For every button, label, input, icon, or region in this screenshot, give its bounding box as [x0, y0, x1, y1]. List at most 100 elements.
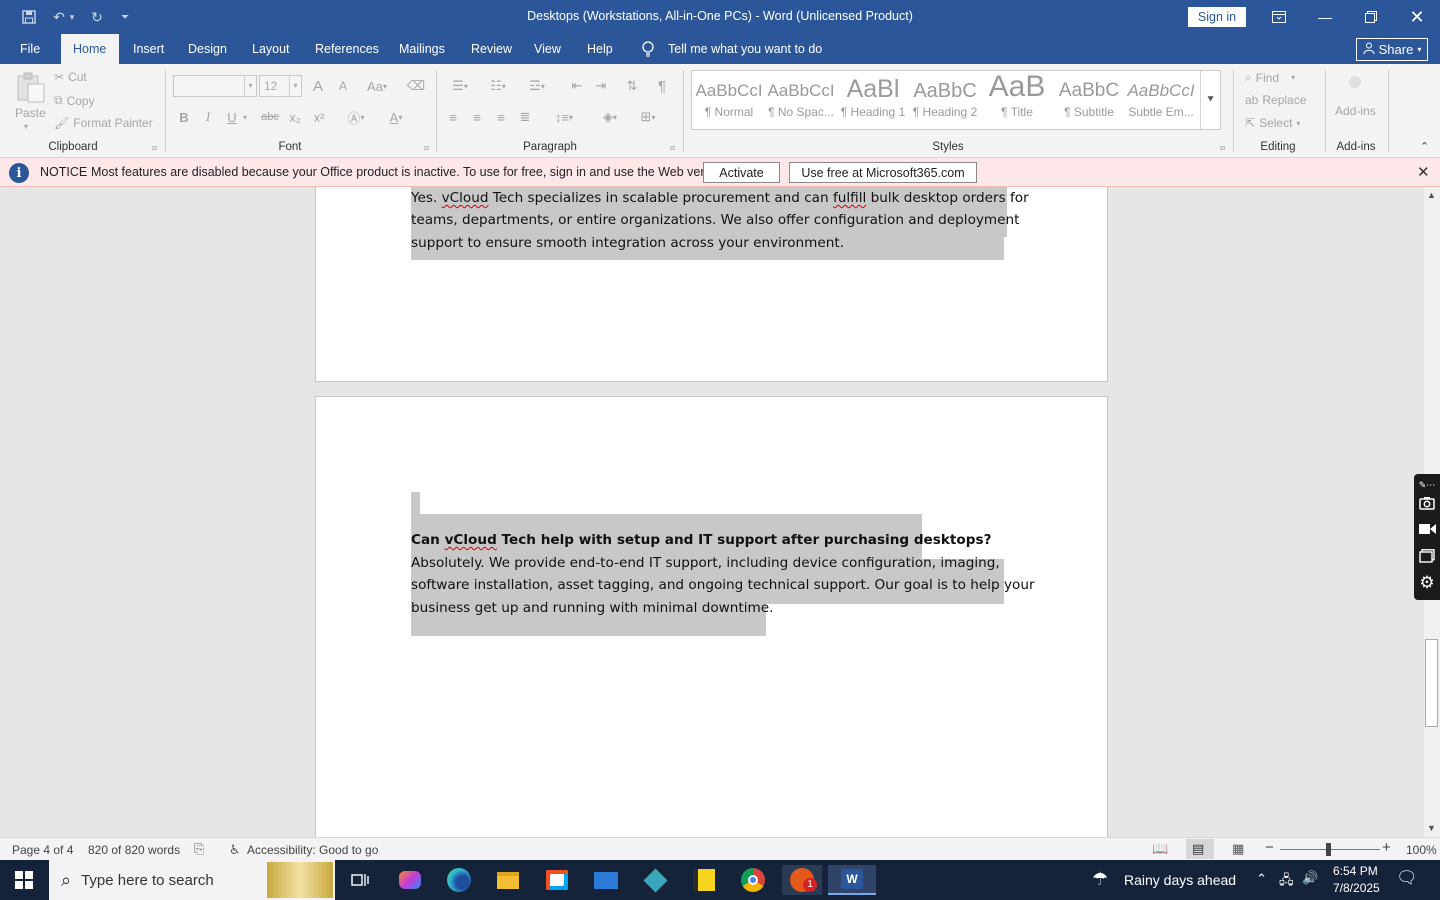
- word-app-icon[interactable]: W: [828, 865, 876, 895]
- misspelled-word[interactable]: vCloud: [445, 532, 497, 548]
- font-name-combo[interactable]: ▾: [173, 75, 257, 97]
- tell-me-search[interactable]: Tell me what you want to do: [656, 34, 834, 64]
- web-layout-icon[interactable]: ▦: [1232, 841, 1244, 857]
- style-subtitle[interactable]: AaBbC ¶ Subtitle: [1054, 73, 1124, 127]
- sort-icon[interactable]: ⇅: [621, 76, 643, 96]
- paragraph-answer-2[interactable]: Absolutely. We provide end-to-end IT sup…: [411, 552, 1035, 619]
- show-formatting-marks-icon[interactable]: ¶: [651, 76, 673, 96]
- volume-icon[interactable]: 🔊: [1302, 870, 1318, 886]
- zoom-level[interactable]: 100%: [1406, 843, 1437, 857]
- minimize-icon[interactable]: —: [1302, 0, 1348, 34]
- notification-center-icon[interactable]: 🗨: [1396, 868, 1418, 888]
- weather-umbrella-icon[interactable]: ☂: [1092, 869, 1108, 890]
- accessibility-icon[interactable]: ♿: [229, 842, 241, 858]
- tab-layout[interactable]: Layout: [240, 34, 302, 64]
- numbering-icon[interactable]: ☷ ▾: [482, 76, 514, 96]
- zoom-out-icon[interactable]: −: [1265, 839, 1274, 856]
- bold-icon[interactable]: B: [173, 107, 195, 127]
- multilevel-list-icon[interactable]: ☲ ▾: [520, 76, 554, 96]
- grow-font-icon[interactable]: A: [307, 76, 329, 96]
- taskbar-search-box[interactable]: ⌕ Type here to search: [49, 860, 335, 900]
- clock-time[interactable]: 6:54 PM: [1333, 864, 1378, 878]
- bullets-icon[interactable]: ☰ ▾: [444, 76, 476, 96]
- add-ins-button[interactable]: Add-ins: [1332, 74, 1380, 124]
- cut-button[interactable]: ✂ Cut: [54, 70, 87, 84]
- tab-view[interactable]: View: [522, 34, 573, 64]
- font-color-icon[interactable]: A ▾: [380, 107, 412, 127]
- scroll-up-icon[interactable]: ▲: [1427, 190, 1436, 200]
- tab-file[interactable]: File: [8, 34, 52, 64]
- style-heading-2[interactable]: AaBbC ¶ Heading 2: [910, 73, 980, 127]
- tab-review[interactable]: Review: [459, 34, 524, 64]
- sticky-notes-icon[interactable]: [684, 865, 724, 895]
- windows-start-icon[interactable]: [4, 865, 44, 895]
- copy-button[interactable]: ⧉ Copy: [54, 93, 95, 108]
- tab-design[interactable]: Design: [176, 34, 239, 64]
- chevron-down-icon[interactable]: ▾: [239, 107, 251, 127]
- align-right-icon[interactable]: ≡: [490, 107, 512, 127]
- font-size-combo[interactable]: 12 ▾: [259, 75, 302, 97]
- tab-help[interactable]: Help: [575, 34, 625, 64]
- pen-more-icon[interactable]: ✎⋯: [1418, 476, 1436, 494]
- dialog-launcher-icon[interactable]: ⧄: [1220, 143, 1225, 153]
- italic-icon[interactable]: I: [197, 107, 219, 127]
- dialog-launcher-icon[interactable]: ⧄: [152, 143, 157, 153]
- superscript-icon[interactable]: x²: [308, 107, 330, 127]
- copilot-icon[interactable]: [390, 865, 430, 895]
- task-view-icon[interactable]: [340, 865, 380, 895]
- collapse-ribbon-icon[interactable]: ⌃: [1420, 140, 1429, 153]
- dialog-launcher-icon[interactable]: ⧄: [424, 143, 429, 153]
- show-hidden-icons-icon[interactable]: ⌃: [1256, 871, 1267, 887]
- shrink-font-icon[interactable]: A: [332, 76, 354, 96]
- misspelled-word[interactable]: vCloud: [442, 190, 489, 206]
- print-layout-icon[interactable]: ▤: [1192, 841, 1204, 857]
- word-count[interactable]: 820 of 820 words: [88, 843, 180, 857]
- share-button[interactable]: Share ▾: [1356, 38, 1428, 61]
- question-heading[interactable]: Can vCloud Tech help with setup and IT s…: [411, 529, 991, 551]
- style-subtle-emphasis[interactable]: AaBbCcI Subtle Em...: [1126, 73, 1196, 127]
- window-icon[interactable]: [1418, 547, 1436, 565]
- accessibility-status[interactable]: Accessibility: Good to go: [247, 843, 378, 857]
- read-mode-icon[interactable]: 📖: [1152, 841, 1168, 857]
- dialog-launcher-icon[interactable]: ⧄: [670, 143, 675, 153]
- gear-icon[interactable]: ⚙: [1418, 573, 1436, 592]
- borders-icon[interactable]: ⊞ ▾: [632, 107, 664, 127]
- style-title[interactable]: AaB ¶ Title: [982, 73, 1052, 127]
- video-camera-icon[interactable]: [1418, 520, 1436, 538]
- style-heading-1[interactable]: AaBl ¶ Heading 1: [838, 73, 908, 127]
- line-spacing-icon[interactable]: ↕≡ ▾: [547, 107, 581, 127]
- zoom-in-icon[interactable]: +: [1382, 839, 1391, 856]
- zoom-app-icon[interactable]: 1: [782, 865, 822, 895]
- select-button[interactable]: ⇱ Select ▾: [1245, 116, 1300, 130]
- zoom-slider-thumb[interactable]: [1326, 843, 1331, 856]
- decrease-indent-icon[interactable]: ⇤: [566, 76, 588, 96]
- subscript-icon[interactable]: x₂: [284, 107, 306, 127]
- paste-button[interactable]: Paste ▾: [12, 70, 48, 134]
- tab-home[interactable]: Home: [61, 34, 119, 64]
- find-button[interactable]: ⌕ Find ▾: [1245, 70, 1295, 85]
- camera-icon[interactable]: [1418, 494, 1436, 512]
- document-canvas[interactable]: Yes. vCloud Tech specializes in scalable…: [0, 187, 1424, 837]
- tab-insert[interactable]: Insert: [121, 34, 176, 64]
- chrome-icon[interactable]: [733, 865, 773, 895]
- ribbon-display-options-icon[interactable]: [1256, 0, 1302, 34]
- replace-button[interactable]: ab Replace: [1245, 93, 1306, 107]
- tab-references[interactable]: References: [303, 34, 391, 64]
- change-case-icon[interactable]: Aa ▾: [362, 76, 392, 96]
- close-icon[interactable]: ✕: [1394, 0, 1440, 34]
- weather-text[interactable]: Rainy days ahead: [1124, 872, 1236, 888]
- misspelled-word[interactable]: fulfill: [833, 190, 866, 206]
- sign-in-button[interactable]: Sign in: [1188, 7, 1246, 27]
- justify-icon[interactable]: ≣: [514, 107, 536, 127]
- styles-more-icon[interactable]: ⯆: [1200, 71, 1220, 129]
- style-no-spacing[interactable]: AaBbCcI ¶ No Spac...: [766, 73, 836, 127]
- close-icon[interactable]: ✕: [1417, 163, 1430, 181]
- format-painter-button[interactable]: 🖌 Format Painter: [54, 116, 153, 130]
- edge-browser-icon[interactable]: [439, 865, 479, 895]
- file-explorer-icon[interactable]: [488, 865, 528, 895]
- align-left-icon[interactable]: ≡: [442, 107, 464, 127]
- style-normal[interactable]: AaBbCcI ¶ Normal: [694, 73, 764, 127]
- activate-button[interactable]: Activate: [703, 162, 780, 183]
- align-center-icon[interactable]: ≡: [466, 107, 488, 127]
- mail-icon[interactable]: [586, 865, 626, 895]
